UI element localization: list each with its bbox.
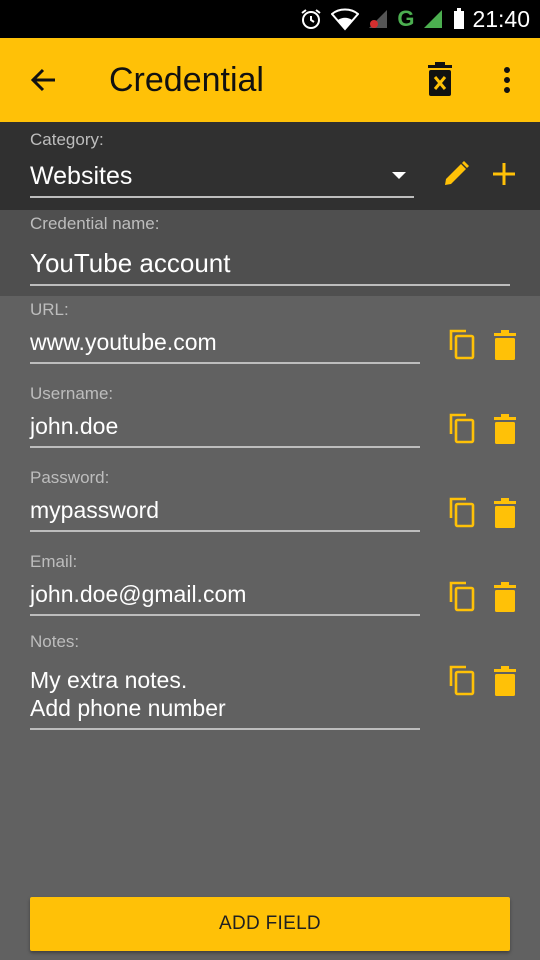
delete-field-button[interactable] <box>492 582 518 612</box>
field-label: Password: <box>30 468 110 487</box>
alarm-icon <box>301 9 321 29</box>
signal-icon <box>369 10 388 28</box>
pencil-icon <box>445 161 469 185</box>
arrow-back-icon <box>30 68 55 92</box>
battery-icon <box>454 8 465 29</box>
add-category-button[interactable] <box>490 160 518 188</box>
field-value: mypassword <box>30 497 160 523</box>
back-button[interactable] <box>24 60 64 100</box>
copy-button[interactable] <box>448 328 476 360</box>
delete-forever-icon <box>428 62 452 96</box>
copy-button[interactable] <box>448 664 476 696</box>
wifi-icon <box>331 8 360 31</box>
credential-name-label: Credential name: <box>30 214 160 233</box>
plus-icon <box>493 163 515 185</box>
network-type: G <box>397 6 415 31</box>
field-input-password[interactable]: mypassword <box>30 496 420 532</box>
category-section: Category: Websites <box>0 122 540 210</box>
delete-field-button[interactable] <box>492 666 518 696</box>
copy-icon <box>449 329 475 360</box>
field-value: www.youtube.com <box>30 329 217 355</box>
app-bar: Credential <box>0 38 540 122</box>
credential-name-input[interactable]: YouTube account <box>30 244 510 286</box>
credential-name-value: YouTube account <box>30 248 231 278</box>
field-input-username[interactable]: john.doe <box>30 412 420 448</box>
field-value: john.doe <box>30 413 119 439</box>
credential-name-section: Credential name: YouTube account <box>0 210 540 296</box>
delete-field-button[interactable] <box>492 414 518 444</box>
copy-icon <box>449 413 475 444</box>
trash-icon <box>494 330 516 360</box>
copy-button[interactable] <box>448 580 476 612</box>
delete-credential-button[interactable] <box>424 60 456 100</box>
edit-category-button[interactable] <box>442 160 470 188</box>
field-label: Notes: <box>30 632 80 651</box>
page-title: Credential <box>109 61 264 99</box>
dropdown-arrow-icon <box>392 172 406 179</box>
field-value: My extra notes. Add phone number <box>30 667 226 721</box>
category-label: Category: <box>30 130 104 149</box>
field-input-email[interactable]: john.doe@gmail.com <box>30 580 420 616</box>
copy-icon <box>449 497 475 528</box>
delete-field-button[interactable] <box>492 330 518 360</box>
copy-button[interactable] <box>448 412 476 444</box>
copy-button[interactable] <box>448 496 476 528</box>
more-vert-icon <box>504 67 510 93</box>
field-input-url[interactable]: www.youtube.com <box>30 328 420 364</box>
field-input-notes[interactable]: My extra notes. Add phone number <box>30 666 420 730</box>
trash-icon <box>494 414 516 444</box>
category-dropdown[interactable]: Websites <box>30 158 414 198</box>
field-label: Username: <box>30 384 114 403</box>
trash-icon <box>494 666 516 696</box>
signal-strength-icon <box>424 10 443 28</box>
field-label: URL: <box>30 300 69 319</box>
trash-icon <box>494 582 516 612</box>
status-bar: G 21:40 <box>0 0 540 38</box>
add-field-button[interactable]: ADD FIELD <box>30 897 510 951</box>
category-value: Websites <box>30 162 133 190</box>
field-label: Email: <box>30 552 78 571</box>
more-options-button[interactable] <box>495 60 519 100</box>
field-value: john.doe@gmail.com <box>30 581 247 607</box>
copy-icon <box>449 581 475 612</box>
copy-icon <box>449 665 475 696</box>
status-time: 21:40 <box>472 5 530 32</box>
trash-icon <box>494 498 516 528</box>
delete-field-button[interactable] <box>492 498 518 528</box>
